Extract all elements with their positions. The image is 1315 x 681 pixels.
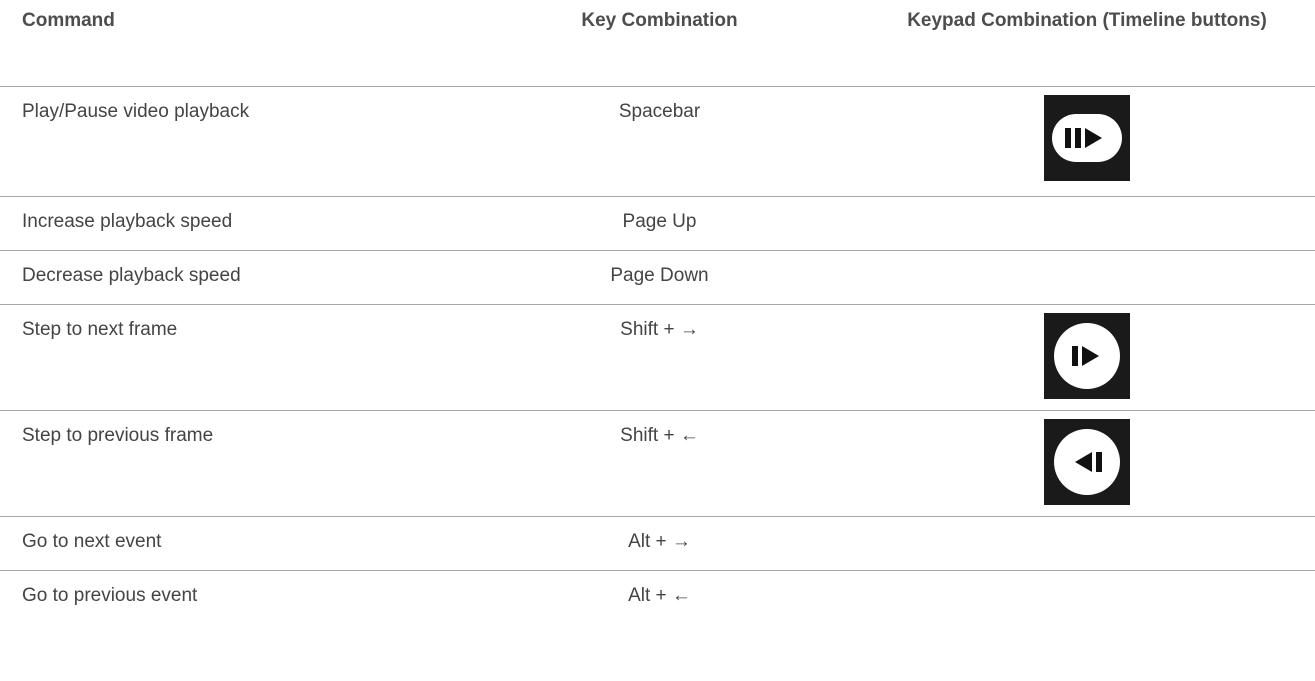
key-cell: Shift + → [460,304,859,411]
command-cell: Go to previous event [22,584,198,606]
command-cell: Step to previous frame [0,410,460,517]
command-cell: Increase playback speed [0,196,460,251]
header-command: Command [0,0,460,87]
command-cell: Decrease playback speed [0,250,460,305]
step-forward-icon [1044,312,1130,399]
table-row: Decrease playback speed Page Down [0,250,1315,305]
table-row: Go to previous event Alt + ← [0,570,1315,624]
play-pause-icon [1044,94,1130,181]
command-cell: Go to next event [0,516,460,571]
table-header-row: Command Key Combination Keypad Combinati… [0,0,1315,87]
step-backward-icon [1044,418,1130,505]
key-cell: Spacebar [460,86,859,197]
command-cell: Play/Pause video playback [0,86,460,197]
table-row: Go to next event Alt + → [0,516,1315,571]
keypad-cell [859,570,1315,624]
key-cell: Page Down [460,250,859,305]
key-cell: Alt + ← [628,584,691,606]
key-cell: Shift + ← [460,410,859,517]
keypad-cell [859,516,1315,571]
key-cell: Alt + → [460,516,859,571]
table-row: Step to previous frame Shift + ← [0,410,1315,517]
header-keypad-combination: Keypad Combination (Timeline buttons) [859,0,1315,87]
key-cell: Page Up [460,196,859,251]
table-row: Step to next frame Shift + → [0,304,1315,411]
keypad-cell [859,410,1315,517]
keypad-cell [859,304,1315,411]
table-row: Increase playback speed Page Up [0,196,1315,251]
header-key-combination: Key Combination [460,0,859,87]
keypad-cell [859,196,1315,251]
keypad-cell [859,250,1315,305]
keypad-cell [859,86,1315,197]
command-cell: Step to next frame [0,304,460,411]
table-row: Play/Pause video playback Spacebar [0,86,1315,197]
keyboard-shortcuts-table: Command Key Combination Keypad Combinati… [0,0,1315,624]
